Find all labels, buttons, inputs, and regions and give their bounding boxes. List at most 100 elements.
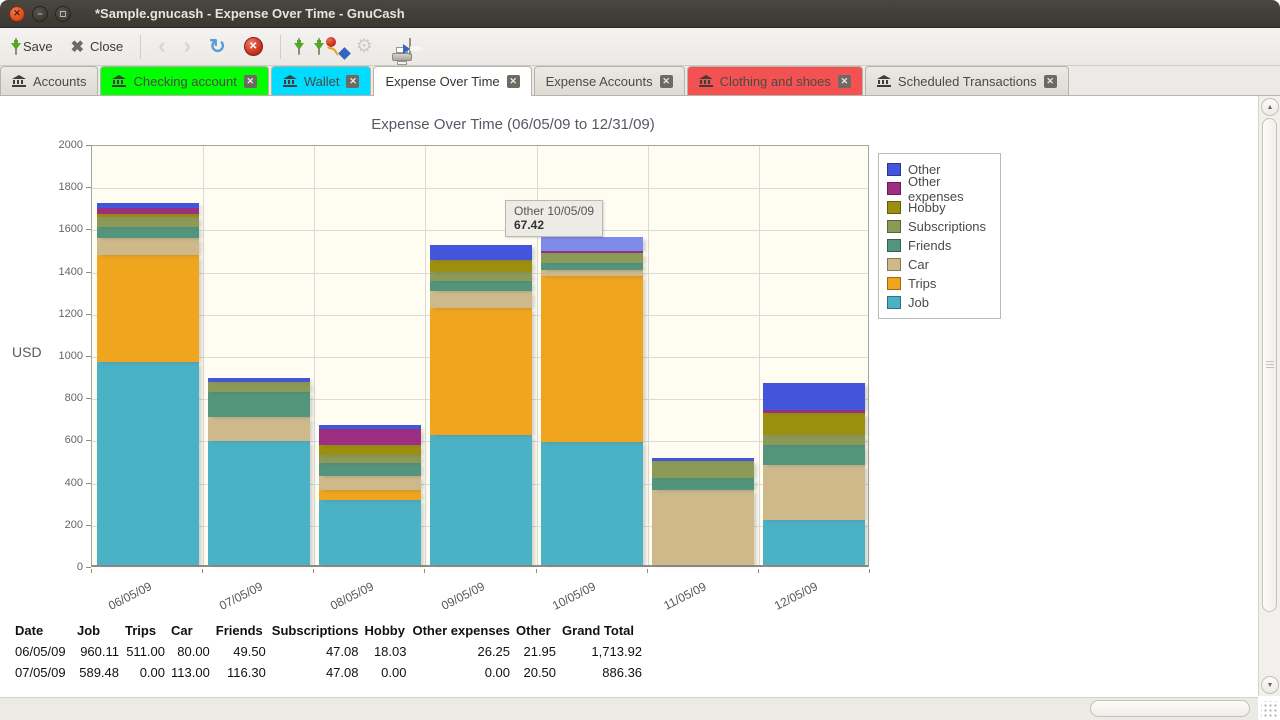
- bar-segment-car[interactable]: [319, 476, 421, 490]
- bar-segment-friends[interactable]: [97, 227, 199, 237]
- bar-segment-job[interactable]: [763, 520, 865, 565]
- window-close-icon[interactable]: ✕: [9, 6, 25, 22]
- bar-segment-other-expenses[interactable]: [319, 429, 421, 445]
- bar-segment-trips[interactable]: [319, 490, 421, 500]
- tab-label: Scheduled Transactions: [898, 74, 1037, 89]
- x-tick-mark: [536, 569, 537, 573]
- back-button[interactable]: ‹: [151, 33, 172, 60]
- tab-wallet[interactable]: Wallet✕: [271, 66, 372, 95]
- x-gridline: [203, 146, 204, 565]
- tab-close-icon[interactable]: ✕: [838, 75, 851, 88]
- tab-close-icon[interactable]: ✕: [346, 75, 359, 88]
- legend-swatch: [887, 182, 901, 195]
- close-button[interactable]: ✖Close: [64, 33, 131, 61]
- legend-swatch: [887, 239, 901, 252]
- bar-segment-subscriptions[interactable]: [541, 253, 643, 263]
- bar-segment-hobby[interactable]: [763, 413, 865, 435]
- bar-segment-hobby[interactable]: [319, 445, 421, 455]
- y-tick-mark: [86, 314, 91, 315]
- tab-clothing-and-shoes[interactable]: Clothing and shoes✕: [687, 66, 863, 95]
- legend-swatch: [887, 296, 901, 309]
- bar-segment-car[interactable]: [652, 490, 754, 565]
- x-gridline: [648, 146, 649, 565]
- bar-segment-friends[interactable]: [763, 445, 865, 465]
- tab-expense-accounts[interactable]: Expense Accounts✕: [534, 66, 685, 95]
- bar-segment-car[interactable]: [208, 417, 310, 441]
- tab-checking-account[interactable]: Checking account✕: [100, 66, 268, 95]
- bar-segment-job[interactable]: [319, 500, 421, 565]
- y-tick-label: 600: [47, 434, 83, 446]
- table-header-trips: Trips: [125, 620, 171, 641]
- table-cell: 47.08: [272, 662, 365, 683]
- back-icon: ‹: [158, 37, 165, 56]
- bar-segment-other-expenses[interactable]: [763, 410, 865, 413]
- bar-segment-other-expenses[interactable]: [541, 251, 643, 253]
- tab-scheduled-transactions[interactable]: Scheduled Transactions ✕: [865, 66, 1069, 95]
- forward-button[interactable]: ›: [177, 33, 198, 60]
- bar-segment-subscriptions[interactable]: [97, 217, 199, 227]
- bar-segment-friends[interactable]: [319, 463, 421, 476]
- bar-segment-other[interactable]: [652, 458, 754, 461]
- table-row: 07/05/09589.480.00113.00116.3047.080.000…: [15, 662, 648, 683]
- bar-segment-other[interactable]: [763, 383, 865, 410]
- bar-segment-subscriptions[interactable]: [208, 382, 310, 392]
- settings-button[interactable]: ⚙: [349, 33, 380, 60]
- legend-item-car: Car: [887, 255, 992, 274]
- bar-segment-other[interactable]: [319, 425, 421, 429]
- bar-segment-other-expenses[interactable]: [97, 208, 199, 214]
- bar-segment-friends[interactable]: [652, 478, 754, 490]
- bar-segment-job[interactable]: [430, 435, 532, 565]
- bar-segment-subscriptions[interactable]: [763, 435, 865, 445]
- toolbar-separator: [280, 35, 281, 59]
- save-button[interactable]: Save: [8, 35, 60, 58]
- bar-segment-job[interactable]: [208, 441, 310, 565]
- horizontal-scroll-thumb[interactable]: [1090, 700, 1250, 717]
- window-maximize-icon[interactable]: [55, 6, 71, 22]
- bar-segment-friends[interactable]: [430, 281, 532, 291]
- bar-segment-subscriptions[interactable]: [430, 272, 532, 281]
- report-options-button[interactable]: [331, 43, 345, 51]
- bar-segment-hobby[interactable]: [430, 260, 532, 272]
- x-tick-label: 06/05/09: [88, 570, 171, 622]
- bar-segment-car[interactable]: [763, 465, 865, 520]
- table-cell: 1,713.92: [562, 641, 648, 662]
- reload-button[interactable]: ↻: [202, 33, 233, 61]
- bar-segment-trips[interactable]: [541, 276, 643, 442]
- bar-segment-hobby[interactable]: [97, 214, 199, 218]
- bar-segment-trips[interactable]: [430, 308, 532, 435]
- bar-segment-friends[interactable]: [208, 392, 310, 417]
- chart-legend: OtherOther expensesHobbySubscriptionsFri…: [878, 153, 1001, 319]
- tab-expense-over-time[interactable]: Expense Over Time✕: [373, 66, 531, 96]
- stop-button[interactable]: ✕: [237, 33, 270, 60]
- bar-segment-car[interactable]: [430, 291, 532, 308]
- vertical-scrollbar[interactable]: ▲ ▼: [1258, 96, 1280, 696]
- save-report-button[interactable]: [291, 35, 307, 58]
- bar-segment-friends[interactable]: [541, 263, 643, 270]
- tab-accounts[interactable]: Accounts: [0, 66, 98, 95]
- bar-segment-other[interactable]: [430, 245, 532, 260]
- bar-segment-subscriptions[interactable]: [319, 455, 421, 463]
- bar-segment-car[interactable]: [541, 270, 643, 276]
- bar-segment-car[interactable]: [97, 238, 199, 255]
- window-minimize-icon[interactable]: −: [32, 6, 48, 22]
- tab-close-icon[interactable]: ✕: [660, 75, 673, 88]
- bar-segment-other[interactable]: [97, 203, 199, 208]
- print-button[interactable]: [384, 43, 398, 51]
- scroll-up-icon[interactable]: ▲: [1261, 98, 1279, 116]
- tab-close-icon[interactable]: ✕: [507, 75, 520, 88]
- tab-close-icon[interactable]: ✕: [1044, 75, 1057, 88]
- horizontal-scrollbar[interactable]: [0, 697, 1258, 720]
- legend-swatch: [887, 220, 901, 233]
- bar-segment-subscriptions[interactable]: [652, 461, 754, 478]
- table-cell: 116.30: [216, 662, 272, 683]
- export-button[interactable]: [311, 35, 327, 58]
- bar-segment-job[interactable]: [541, 442, 643, 565]
- bar-segment-job[interactable]: [97, 362, 199, 565]
- vertical-scroll-thumb[interactable]: [1262, 118, 1277, 612]
- bar-segment-other[interactable]: [208, 378, 310, 382]
- bar-segment-trips[interactable]: [97, 255, 199, 363]
- tab-close-icon[interactable]: ✕: [244, 75, 257, 88]
- resize-grip[interactable]: [1261, 701, 1278, 718]
- scroll-down-icon[interactable]: ▼: [1261, 676, 1279, 694]
- y-tick-label: 800: [47, 392, 83, 404]
